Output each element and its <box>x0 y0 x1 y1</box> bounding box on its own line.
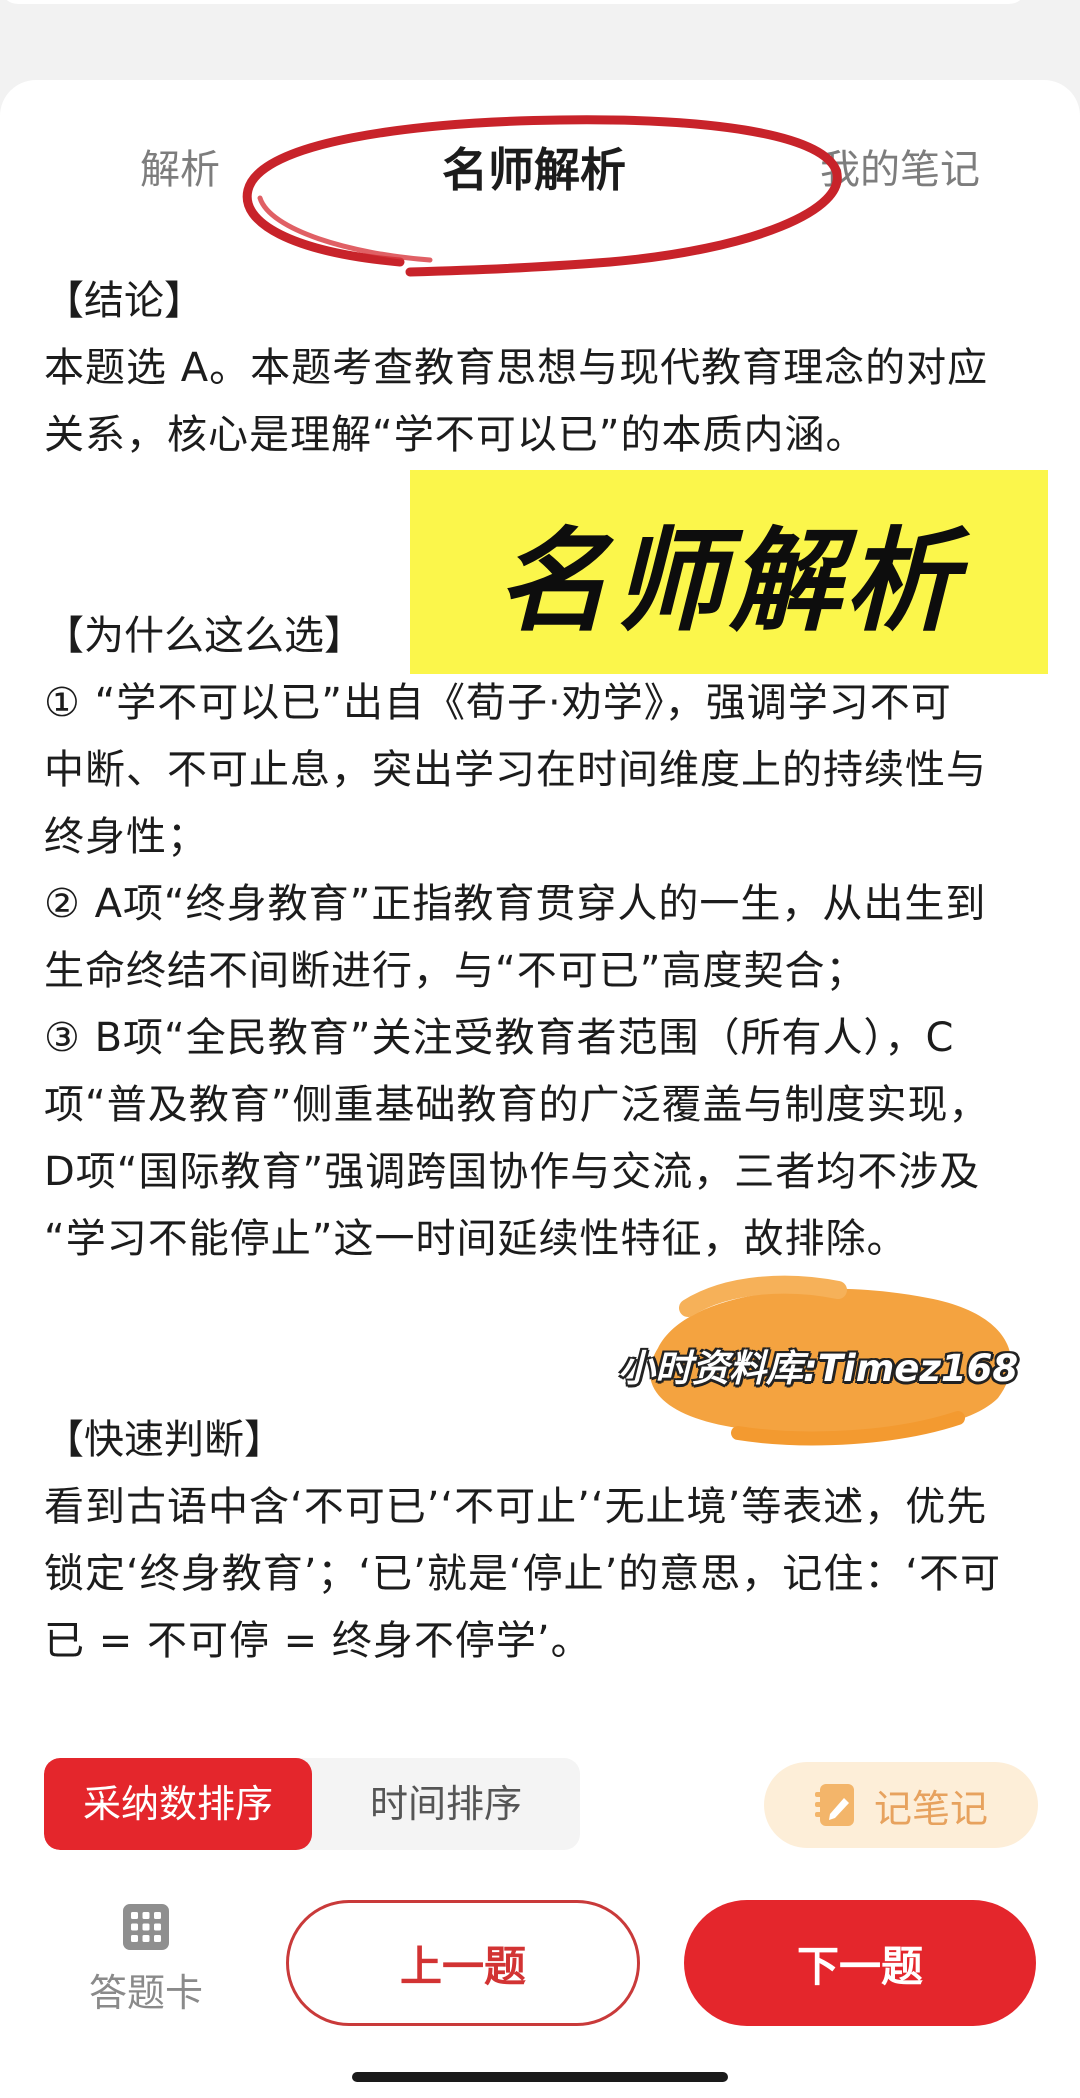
answer-card-button[interactable]: 答题卡 <box>78 1904 214 2017</box>
answer-card-label: 答题卡 <box>88 1971 203 2015</box>
previous-question-label: 上一题 <box>399 1941 526 1991</box>
next-question-label: 下一题 <box>796 1941 923 1991</box>
take-note-button[interactable]: 记笔记 <box>764 1762 1038 1848</box>
reason-line: ③ B项“全民教育”关注受教育者范围（所有人），C <box>44 1015 955 1061</box>
analysis-tabs: 解析 名师解析 我的笔记 <box>0 130 1080 210</box>
take-note-label: 记笔记 <box>873 1786 988 1831</box>
previous-card-edge <box>0 0 1027 4</box>
reason-line: 终身性； <box>44 814 208 860</box>
conclusion-line: 关系，核心是理解“学不可以已”的本质内涵。 <box>44 412 867 458</box>
reason-line: D项“国际教育”强调跨国协作与交流，三者均不涉及 <box>44 1149 981 1195</box>
quick-judge-line: 已 = 不可停 = 终身不停学’。 <box>44 1618 592 1664</box>
teacher-analysis-sticker: 名师解析 <box>410 470 1048 674</box>
tab-my-notes[interactable]: 我的笔记 <box>820 140 980 200</box>
reason-line: 项“普及教育”侧重基础教育的广泛覆盖与制度实现， <box>44 1082 990 1128</box>
previous-question-button[interactable]: 上一题 <box>286 1900 640 2026</box>
reason-line: ① “学不可以已”出自《荀子·劝学》，强调学习不可 <box>44 680 952 726</box>
quick-judge-line: 锁定‘终身教育’；‘已’就是‘停止’的意思，记住：‘不可 <box>44 1551 1002 1597</box>
reason-line: 中断、不可止息，突出学习在时间维度上的持续性与 <box>44 747 987 793</box>
reason-line: “学习不能停止”这一时间延续性特征，故排除。 <box>44 1216 908 1262</box>
sort-by-time-button[interactable]: 时间排序 <box>312 1758 580 1850</box>
conclusion-line: 本题选 A。本题考查教育思想与现代教育理念的对应 <box>44 345 989 391</box>
grid-icon <box>123 1904 169 1950</box>
reason-line: ② A项“终身教育”正指教育贯穿人的一生，从出生到 <box>44 881 987 927</box>
home-indicator[interactable] <box>352 2072 728 2082</box>
watermark-text: 小时资料库:Timez168 <box>618 1347 1019 1390</box>
quick-judge-line: 看到古语中含‘不可已’‘不可止’‘无止境’等表述，优先 <box>44 1484 988 1530</box>
sticker-text: 名师解析 <box>497 517 961 647</box>
note-pencil-icon <box>814 1784 854 1826</box>
sort-by-adoption-button[interactable]: 采纳数排序 <box>44 1758 312 1850</box>
reason-line: 生命终结不间断进行，与“不可已”高度契合； <box>44 948 867 994</box>
conclusion-title: 【结论】 <box>44 278 204 324</box>
tab-analysis[interactable]: 解析 <box>140 140 220 200</box>
sort-toggle: 采纳数排序 时间排序 <box>44 1758 580 1850</box>
next-question-button[interactable]: 下一题 <box>684 1900 1036 2026</box>
tab-teacher-analysis[interactable]: 名师解析 <box>442 140 626 200</box>
